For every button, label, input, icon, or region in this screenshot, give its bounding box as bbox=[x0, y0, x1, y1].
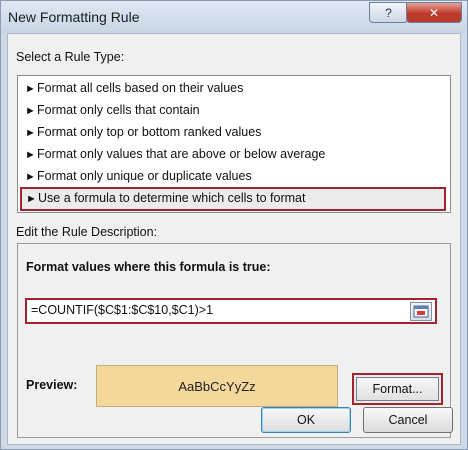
preview-sample-text: AaBbCcYyZz bbox=[178, 378, 256, 394]
rule-type-list: ►Format all cells based on their values … bbox=[17, 75, 451, 213]
rule-type-label: Select a Rule Type: bbox=[16, 50, 125, 64]
bullet-arrow-icon: ► bbox=[26, 193, 37, 205]
help-icon: ? bbox=[385, 5, 392, 20]
window-title: New Formatting Rule bbox=[8, 9, 140, 25]
bullet-arrow-icon: ► bbox=[25, 83, 36, 95]
rule-type-item[interactable]: ►Format only top or bottom ranked values bbox=[21, 122, 261, 142]
description-label: Edit the Rule Description: bbox=[16, 225, 158, 239]
format-preview: AaBbCcYyZz bbox=[96, 365, 338, 407]
bullet-arrow-icon: ► bbox=[25, 127, 36, 139]
formula-label: Format values where this formula is true… bbox=[26, 260, 271, 274]
bullet-arrow-icon: ► bbox=[25, 171, 36, 183]
rule-type-item-selected[interactable]: ►Use a formula to determine which cells … bbox=[20, 187, 446, 211]
cancel-button[interactable]: Cancel bbox=[363, 407, 453, 433]
rule-type-item[interactable]: ►Format only values that are above or be… bbox=[21, 144, 325, 164]
cancel-button-label: Cancel bbox=[388, 413, 428, 427]
format-button[interactable]: Format... bbox=[352, 373, 443, 405]
help-button[interactable]: ? bbox=[369, 2, 408, 23]
format-button-face: Format... bbox=[356, 377, 439, 401]
format-button-label: Format... bbox=[372, 382, 423, 396]
bullet-arrow-icon: ► bbox=[25, 149, 36, 161]
rule-type-item[interactable]: ►Format only unique or duplicate values bbox=[21, 166, 252, 186]
formula-input[interactable]: =COUNTIF($C$1:$C$10,$C1)>1 bbox=[25, 298, 437, 324]
ok-button-label: OK bbox=[296, 413, 316, 427]
preview-label: Preview: bbox=[26, 378, 78, 392]
new-formatting-rule-dialog: New Formatting Rule ? ✕ Select a Rule Ty… bbox=[0, 0, 468, 450]
bullet-arrow-icon: ► bbox=[25, 105, 36, 117]
close-icon: ✕ bbox=[428, 5, 440, 20]
close-button[interactable]: ✕ bbox=[406, 2, 462, 23]
dialog-body: Select a Rule Type: ►Format all cells ba… bbox=[7, 33, 461, 445]
range-picker-icon bbox=[413, 305, 429, 318]
formula-value: =COUNTIF($C$1:$C$10,$C1)>1 bbox=[31, 303, 214, 317]
rule-type-item[interactable]: ►Format all cells based on their values bbox=[21, 78, 243, 98]
title-bar: New Formatting Rule ? ✕ bbox=[1, 1, 467, 33]
rule-type-item[interactable]: ►Format only cells that contain bbox=[21, 100, 200, 120]
collapse-dialog-button[interactable] bbox=[410, 302, 432, 321]
ok-button[interactable]: OK bbox=[261, 407, 351, 433]
